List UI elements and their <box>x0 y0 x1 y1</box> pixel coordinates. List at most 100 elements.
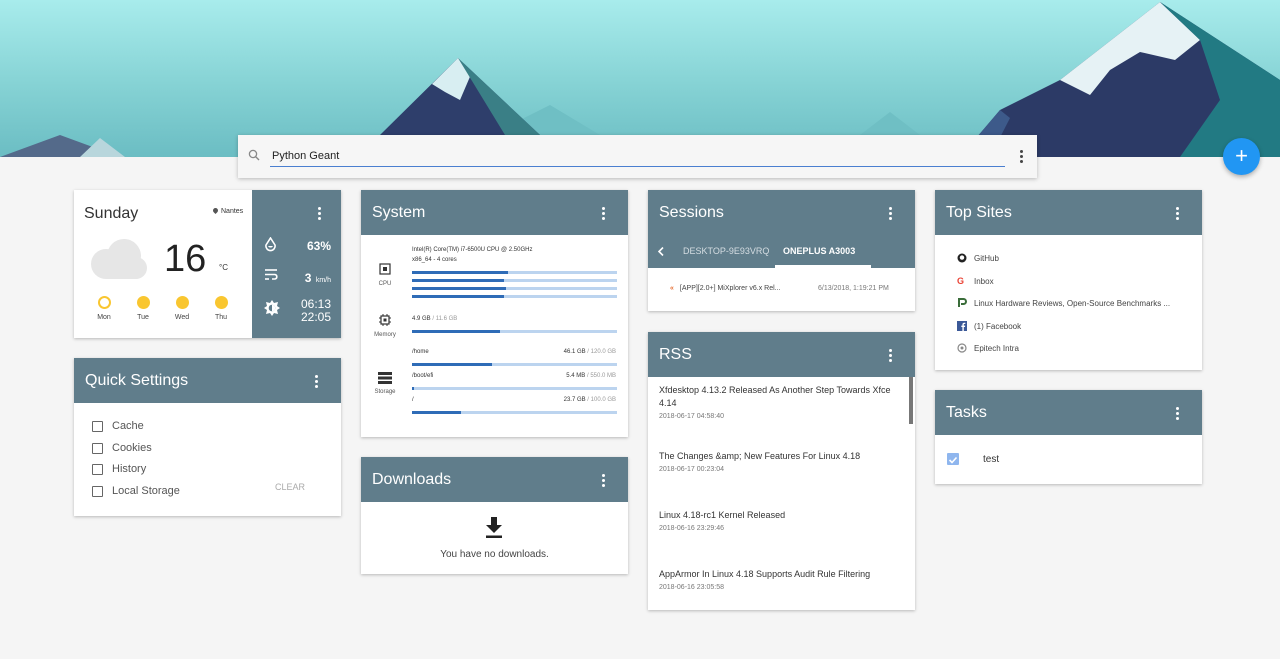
search-bar <box>238 135 1037 178</box>
system-menu-icon[interactable] <box>598 206 608 220</box>
disk-bar <box>412 411 617 414</box>
card-header: System <box>361 190 628 235</box>
forecast-day: Thu <box>206 296 236 321</box>
tab-desktop-9e93vrq[interactable]: DESKTOP-9E93VRQ <box>683 246 769 256</box>
cpu-core-bar <box>412 271 617 274</box>
session-title: [APP][2.0+] MiXplorer v6.x Rel... <box>679 285 781 292</box>
history-checkbox[interactable]: History <box>92 463 146 475</box>
card-title: Downloads <box>372 471 452 488</box>
quick-settings-menu-icon[interactable] <box>311 374 321 388</box>
search-menu-icon[interactable] <box>1016 149 1026 163</box>
top-site-link[interactable]: Linux Hardware Reviews, Open-Source Benc… <box>957 298 1170 308</box>
rss-item-title: Linux 4.18-rc1 Kernel Released <box>659 510 786 520</box>
checkbox-icon[interactable] <box>92 442 103 454</box>
weather-temperature: 16 <box>164 238 207 280</box>
checkbox-icon[interactable] <box>92 485 103 497</box>
phoronix-icon <box>958 298 967 307</box>
disk-usage-text: 5.4 MB / 550.0 MB <box>566 373 616 379</box>
quick-settings-card: Quick Settings Cache Cookies History Loc… <box>74 358 341 516</box>
partly-sunny-icon <box>97 296 111 309</box>
rss-menu-icon[interactable] <box>885 348 895 362</box>
sun-icon <box>214 296 228 309</box>
cpu-core-fill <box>412 279 505 282</box>
disk-total: 550.0 MB <box>590 373 616 379</box>
memory-label: Memory <box>374 332 396 338</box>
disk-total: 100.0 GB <box>590 397 616 403</box>
forecast-day: Tue <box>128 296 158 321</box>
session-item[interactable]: « [APP][2.0+] MiXplorer v6.x Rel... <box>670 285 780 292</box>
card-title: Top Sites <box>946 204 1012 221</box>
rss-item-date: 2018-06-16 23:29:46 <box>659 525 724 532</box>
cpu-core-fill <box>412 287 507 290</box>
card-header: Sessions <box>648 190 915 235</box>
local-storage-checkbox[interactable]: Local Storage <box>92 485 180 497</box>
task-checkbox[interactable] <box>947 453 959 465</box>
sessions-menu-icon[interactable] <box>885 206 895 220</box>
top-sites-menu-icon[interactable] <box>1172 206 1182 220</box>
memory-used: 4.9 GB <box>412 316 431 322</box>
disk-fill <box>412 363 492 366</box>
active-tab-indicator <box>775 265 871 268</box>
rss-card: RSS Xfdesktop 4.13.2 Released As Another… <box>648 332 915 610</box>
add-widget-button[interactable]: + <box>1223 138 1260 175</box>
card-header: Downloads <box>361 457 628 502</box>
checkbox-label: Local Storage <box>112 485 180 497</box>
top-site-link[interactable]: G Inbox <box>957 276 994 286</box>
checkbox-icon[interactable] <box>92 463 103 475</box>
downloads-menu-icon[interactable] <box>598 473 608 487</box>
forecast-label: Tue <box>137 314 149 321</box>
session-date: 6/13/2018, 1:19:21 PM <box>818 285 889 292</box>
disk-used: 5.4 MB <box>566 373 586 379</box>
sun-icon <box>175 296 189 309</box>
disk-usage-text: 46.1 GB / 120.0 GB <box>564 349 616 355</box>
tasks-menu-icon[interactable] <box>1172 406 1182 420</box>
top-sites-card: Top Sites GitHub G Inbox Linux Hardware … <box>935 190 1202 370</box>
forecast-label: Mon <box>97 314 111 321</box>
task-label: test <box>983 454 1000 465</box>
cpu-core-fill <box>412 271 509 274</box>
disk-path: /boot/efi <box>412 373 434 379</box>
rss-item[interactable]: AppArmor In Linux 4.18 Supports Audit Ru… <box>659 568 904 591</box>
rss-item-title: AppArmor In Linux 4.18 Supports Audit Ru… <box>659 569 871 579</box>
clear-button[interactable]: CLEAR <box>275 482 305 492</box>
card-title: System <box>372 204 426 221</box>
wind-value: 3 km/h <box>305 269 331 287</box>
disk-bar <box>412 387 617 390</box>
tab-oneplus-a3003[interactable]: ONEPLUS A3003 <box>783 246 855 256</box>
rss-item[interactable]: Linux 4.18-rc1 Kernel Released 2018-06-1… <box>659 509 904 532</box>
rss-item-date: 2018-06-17 04:58:40 <box>659 413 724 420</box>
cpu-arch: x86_64 - 4 cores <box>412 257 457 263</box>
sun-icon <box>136 296 150 309</box>
top-site-label: Epitech Intra <box>974 343 1019 353</box>
rss-item[interactable]: The Changes &amp; New Features For Linux… <box>659 450 904 473</box>
download-icon <box>486 517 502 538</box>
tasks-card: Tasks test <box>935 390 1202 484</box>
card-header: Top Sites <box>935 190 1202 235</box>
disk-path: / <box>412 397 414 403</box>
disk-fill <box>412 387 415 390</box>
cookies-checkbox[interactable]: Cookies <box>92 442 152 454</box>
rss-scrollbar[interactable] <box>909 377 913 424</box>
checkbox-icon[interactable] <box>92 420 103 432</box>
sessions-card: Sessions DESKTOP-9E93VRQ ONEPLUS A3003 «… <box>648 190 915 311</box>
rss-item[interactable]: Xfdesktop 4.13.2 Released As Another Ste… <box>659 384 904 420</box>
checkbox-label: History <box>112 463 147 475</box>
cpu-model: Intel(R) Core(TM) i7-6500U CPU @ 2.50GHz <box>412 247 533 253</box>
no-downloads-text: You have no downloads. <box>440 549 549 560</box>
chevron-left-icon[interactable] <box>658 247 664 256</box>
cache-checkbox[interactable]: Cache <box>92 420 144 432</box>
top-site-link[interactable]: GitHub <box>957 253 999 263</box>
cpu-core-bar <box>412 295 617 298</box>
top-site-link[interactable]: Epitech Intra <box>957 343 1019 353</box>
facebook-icon <box>957 321 967 331</box>
memory-icon <box>379 314 391 326</box>
memory-fill <box>412 330 501 333</box>
top-site-link[interactable]: (1) Facebook <box>957 321 1021 331</box>
disk-used: 46.1 GB <box>563 349 586 355</box>
disk-fill <box>412 411 462 414</box>
weather-menu-icon[interactable] <box>314 206 324 220</box>
search-input[interactable] <box>270 145 1005 167</box>
sunset-time: 22:05 <box>300 310 331 324</box>
card-header: Quick Settings <box>74 358 341 403</box>
mountain-landscape-image <box>0 0 1280 157</box>
